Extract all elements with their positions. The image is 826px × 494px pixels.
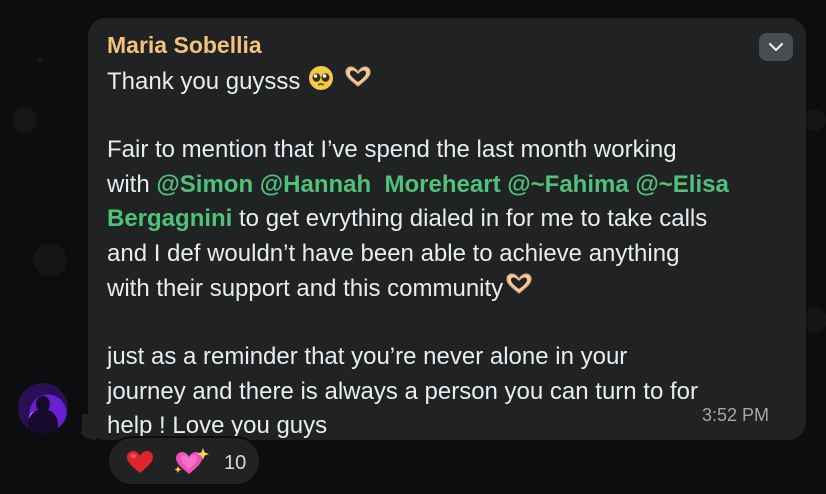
reactions-pill[interactable]: 10 (107, 436, 261, 486)
mention-elisa[interactable]: @~Elisa (635, 171, 728, 198)
message-text-segment: with their support and this community (107, 275, 504, 302)
message-line: Fair to mention that I’ve spend the last… (107, 136, 677, 163)
message-text-segment: with (107, 170, 150, 198)
pleading-face-icon (307, 64, 335, 103)
avatar[interactable] (18, 383, 68, 433)
message-line: Thank you guysss (107, 64, 797, 99)
mention-hannah-moreheart[interactable]: @Hannah Moreheart (260, 171, 501, 198)
mention-fahima[interactable]: @~Fahima (507, 171, 628, 198)
message-text-segment: to get evrything dialed in for me to tak… (239, 205, 708, 232)
avatar-silhouette-body (28, 409, 58, 433)
message-line: Bergagnini to get evrything dialed in fo… (107, 202, 797, 237)
message-text-segment: Thank you guysss (107, 68, 301, 95)
red-heart-icon[interactable] (125, 449, 155, 475)
heart-hands-icon (503, 271, 535, 310)
heart-hands-icon (342, 64, 374, 103)
message-line: journey and there is always a person you… (107, 377, 698, 405)
message-options-button[interactable] (759, 33, 793, 61)
chevron-down-icon (768, 42, 784, 52)
message-line: with @Simon @Hannah Moreheart @~Fahima @… (107, 168, 797, 203)
reaction-count: 10 (224, 452, 247, 474)
message-line: and I def wouldn’t have been able to ach… (107, 239, 680, 267)
sparkling-heart-icon[interactable] (172, 446, 210, 478)
mention-simon[interactable]: @Simon (156, 171, 253, 198)
message-timestamp: 3:52 PM (702, 405, 770, 425)
message-line: just as a reminder that you’re never alo… (107, 343, 628, 370)
sender-name[interactable]: Maria Sobellia (107, 31, 262, 59)
message-text: Thank you guysss Fair to mention that I’… (107, 64, 797, 444)
mention-elisa-bergagnini[interactable]: Bergagnini (107, 205, 232, 232)
message-line: with their support and this community (107, 271, 797, 306)
